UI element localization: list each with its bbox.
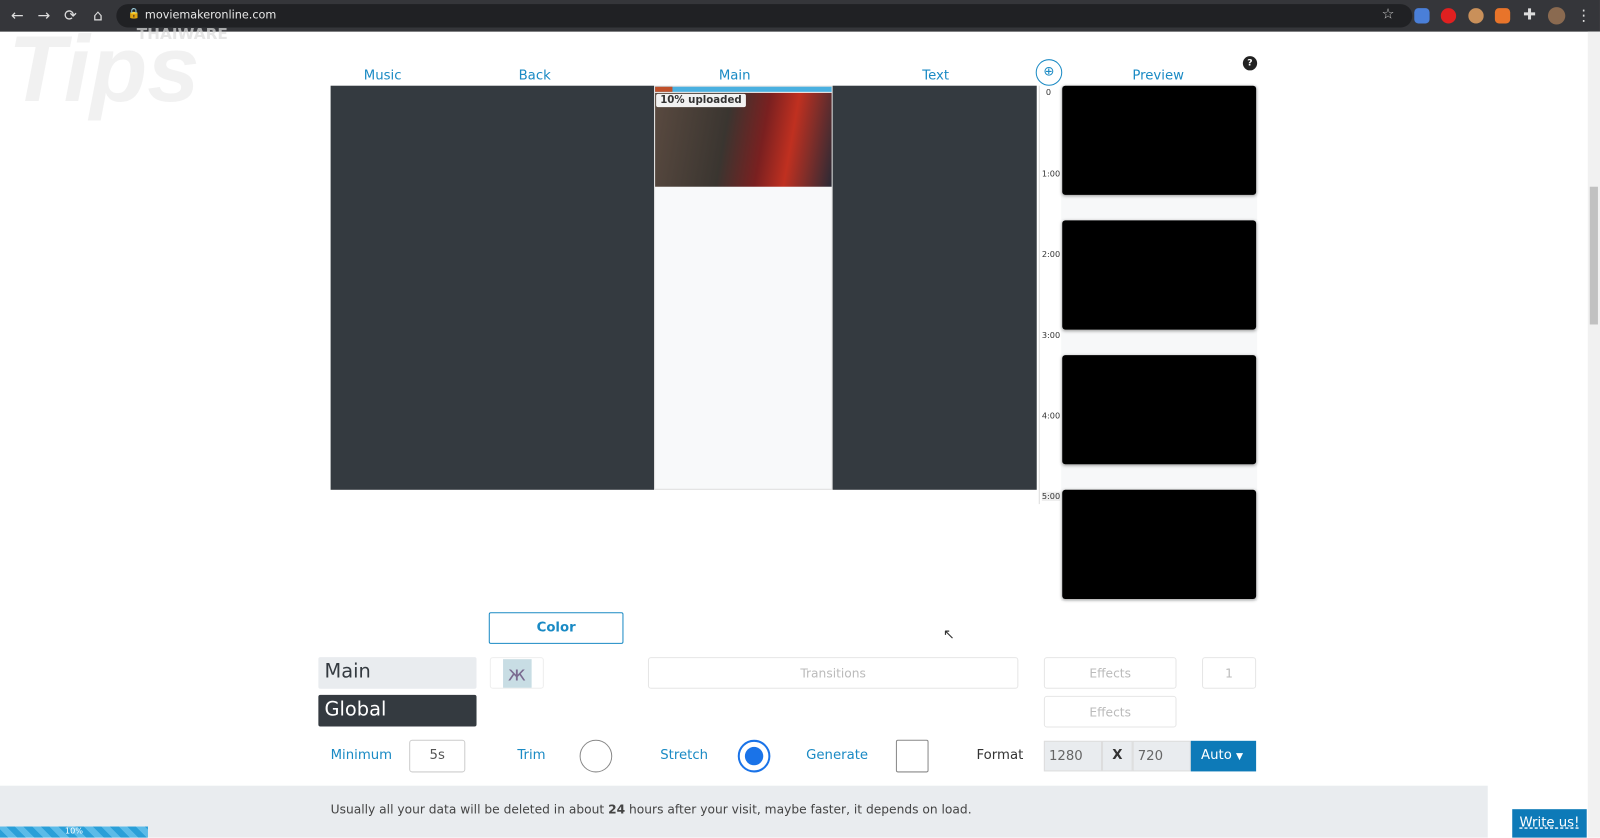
ruler-tick: 1:00 xyxy=(1041,169,1061,179)
ruler-tick: 0 xyxy=(1045,87,1052,97)
trim-radio[interactable] xyxy=(579,739,613,773)
minimum-label: Minimum xyxy=(330,747,393,764)
preview-frame[interactable] xyxy=(1062,220,1257,330)
generate-checkbox[interactable] xyxy=(895,739,929,773)
preview-frame[interactable] xyxy=(1062,85,1257,195)
ruler-tick: 4:00 xyxy=(1041,411,1061,421)
youtube-extension-icon[interactable] xyxy=(1440,8,1457,24)
auto-dropdown[interactable]: Auto ▼ xyxy=(1190,740,1257,772)
bookmark-star-icon[interactable]: ☆ xyxy=(1382,6,1395,22)
stretch-radio-selected[interactable] xyxy=(737,739,771,773)
preview-frame[interactable] xyxy=(1062,355,1257,465)
track-label-back[interactable]: Back xyxy=(504,68,565,83)
menu-kebab-icon[interactable]: ⋮ xyxy=(1574,6,1592,24)
minimum-input[interactable]: 5s xyxy=(409,739,466,773)
preview-frame[interactable] xyxy=(1062,489,1257,599)
write-us-button[interactable]: Write us! xyxy=(1512,809,1587,838)
height-input[interactable]: 720 xyxy=(1132,740,1191,772)
translate-extension-icon[interactable] xyxy=(1414,8,1430,24)
zoom-in-icon[interactable]: ⊕ xyxy=(1035,59,1063,86)
music-back-track-area[interactable] xyxy=(330,85,655,490)
metamask-fox-icon[interactable] xyxy=(1494,8,1511,24)
track-label-music[interactable]: Music xyxy=(352,68,413,83)
text-track-area[interactable] xyxy=(832,85,1037,490)
thaiware-watermark: THAIWARE xyxy=(136,24,228,43)
track-label-text[interactable]: Text xyxy=(905,68,966,83)
page-progress-bar: 10% xyxy=(0,826,148,838)
butterfly-thumbnail-icon[interactable]: ж xyxy=(489,657,544,689)
stretch-label: Stretch xyxy=(660,747,709,764)
format-label: Format xyxy=(976,747,1024,764)
mouse-cursor-icon: ↖ xyxy=(942,626,955,643)
extensions-puzzle-icon[interactable]: ✚ xyxy=(1520,5,1538,23)
auto-dropdown-label: Auto xyxy=(1201,747,1232,764)
caret-down-icon: ▼ xyxy=(1236,752,1244,763)
address-bar[interactable] xyxy=(116,4,1413,28)
trim-label: Trim xyxy=(517,747,546,764)
dimension-separator: X xyxy=(1102,740,1133,772)
ruler-tick: 3:00 xyxy=(1041,330,1061,340)
transitions-button[interactable]: Transitions xyxy=(647,657,1019,689)
ruler-tick: 2:00 xyxy=(1041,249,1061,260)
effects-global-button[interactable]: Effects xyxy=(1043,695,1177,728)
timeline-ruler: 0 1:00 2:00 3:00 4:00 5:00 xyxy=(1038,85,1061,505)
profile-avatar[interactable] xyxy=(1547,7,1566,25)
scrollbar[interactable] xyxy=(1587,31,1600,838)
tab-main[interactable]: Main xyxy=(318,657,477,689)
effects-main-button[interactable]: Effects xyxy=(1043,657,1177,689)
tab-global[interactable]: Global xyxy=(318,694,477,727)
width-input[interactable]: 1280 xyxy=(1043,740,1103,772)
upload-status-badge: 10% uploaded xyxy=(656,93,746,108)
extension-icon[interactable] xyxy=(1468,8,1484,24)
browser-toolbar: ← → ⟳ ⌂ 🔒 moviemakeronline.com ☆ ✚ ⋮ xyxy=(0,0,1600,32)
count-field[interactable]: 1 xyxy=(1202,657,1257,689)
generate-label: Generate xyxy=(806,747,869,764)
footer-notice: Usually all your data will be deleted in… xyxy=(0,785,1488,838)
color-button[interactable]: Color xyxy=(488,612,624,644)
track-label-main[interactable]: Main xyxy=(704,68,765,83)
main-track-area[interactable]: 10% uploaded xyxy=(654,85,833,490)
help-icon[interactable]: ? xyxy=(1242,56,1258,71)
upload-progress-bar xyxy=(655,86,832,92)
ruler-tick: 5:00 xyxy=(1041,491,1061,502)
data-deletion-notice: Usually all your data will be deleted in… xyxy=(330,802,972,817)
track-label-preview: Preview xyxy=(1132,68,1184,84)
